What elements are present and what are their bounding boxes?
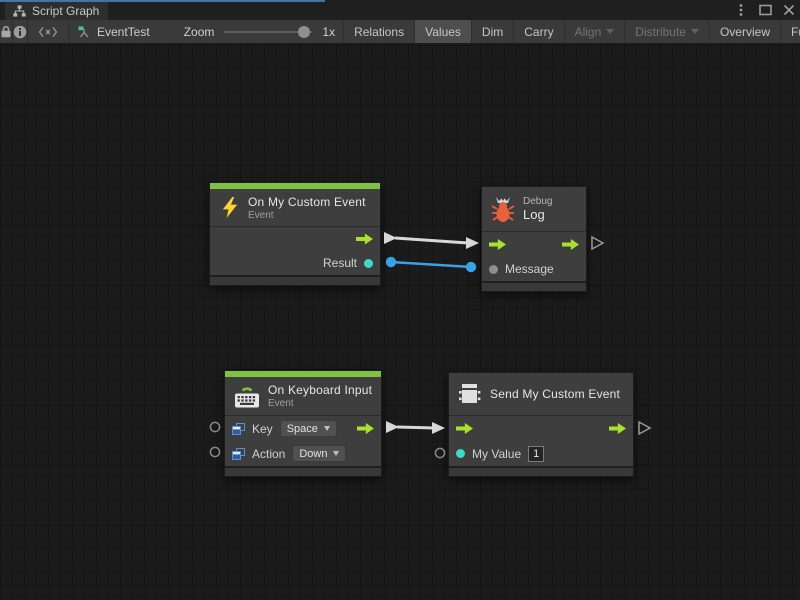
- window-controls: [734, 0, 796, 20]
- keyboard-icon: [234, 384, 260, 409]
- flow-output-port[interactable]: [609, 423, 626, 434]
- script-graph-asset-icon: [77, 25, 91, 39]
- node-footer: [482, 281, 586, 291]
- my-value-input-port[interactable]: [456, 449, 465, 458]
- node-header[interactable]: On Keyboard Input Event: [225, 377, 381, 415]
- flow-input-port[interactable]: [489, 239, 506, 250]
- full-screen-button[interactable]: Full Screen: [781, 20, 800, 43]
- lightning-bolt-icon: [219, 196, 240, 219]
- values-button[interactable]: Values: [415, 20, 472, 43]
- zoom-value: 1x: [322, 25, 335, 39]
- node-title: Log: [523, 207, 552, 222]
- zoom-slider-handle[interactable]: [298, 26, 310, 38]
- dim-button[interactable]: Dim: [472, 20, 514, 43]
- node-send-my-custom-event[interactable]: Send My Custom Event My Value 1: [448, 372, 634, 477]
- toolbar-toggle-group: Relations Values Dim Carry Align Distrib…: [344, 20, 800, 43]
- menu-icon[interactable]: [734, 3, 748, 17]
- tab-bar: Script Graph: [0, 0, 800, 20]
- flow-output-port[interactable]: [562, 239, 579, 250]
- tab-title: Script Graph: [32, 4, 99, 18]
- overview-button[interactable]: Overview: [710, 20, 781, 43]
- flow-row: [449, 416, 633, 441]
- port-label: Key: [252, 422, 273, 436]
- port-label: Result: [323, 256, 357, 270]
- graph-info-section: EventTest Zoom 1x: [69, 20, 344, 43]
- my-value-input-row: My Value 1: [449, 441, 633, 466]
- node-kind-label: Debug: [523, 196, 552, 207]
- maximize-icon[interactable]: [758, 3, 772, 17]
- my-value-field[interactable]: 1: [528, 446, 544, 462]
- node-header[interactable]: Send My Custom Event: [449, 373, 633, 415]
- code-preview-button[interactable]: [28, 20, 69, 43]
- key-input-row: Key Space: [225, 416, 381, 441]
- node-header[interactable]: Debug Log: [482, 187, 586, 231]
- inline-value-icon: [232, 423, 245, 435]
- node-on-keyboard-input[interactable]: On Keyboard Input Event Key Space: [224, 370, 382, 477]
- flow-input-port[interactable]: [456, 423, 473, 434]
- port-label: Message: [505, 262, 554, 276]
- graph-toolbar: EventTest Zoom 1x Relations Values Dim C…: [0, 20, 800, 44]
- graph-name: EventTest: [97, 25, 150, 39]
- flow-output-row: [210, 227, 380, 251]
- unity-visual-scripting-window: Script Graph: [0, 0, 800, 600]
- node-title: On Keyboard Input: [268, 383, 372, 397]
- send-custom-event-icon: [458, 383, 482, 405]
- carry-button[interactable]: Carry: [514, 20, 564, 43]
- relations-button[interactable]: Relations: [344, 20, 415, 43]
- node-subtitle: Event: [248, 210, 366, 221]
- action-input-row: Action Down: [225, 441, 381, 466]
- bug-icon: [491, 196, 515, 223]
- flow-row: [482, 232, 586, 257]
- align-dropdown-button[interactable]: Align: [565, 20, 626, 43]
- node-header[interactable]: On My Custom Event Event: [210, 189, 380, 226]
- distribute-dropdown-button[interactable]: Distribute: [625, 20, 710, 43]
- chevron-down-icon: [324, 426, 330, 431]
- graph-hierarchy-icon: [13, 5, 26, 17]
- tab-script-graph[interactable]: Script Graph: [5, 2, 108, 20]
- chevron-down-icon: [333, 451, 339, 456]
- lock-icon: [0, 25, 12, 38]
- message-input-port[interactable]: [489, 265, 498, 274]
- key-dropdown[interactable]: Space: [280, 420, 337, 437]
- message-input-row: Message: [482, 257, 586, 281]
- flow-output-port[interactable]: [357, 423, 374, 434]
- node-footer: [225, 466, 381, 476]
- result-output-port[interactable]: [364, 259, 373, 268]
- zoom-slider[interactable]: [224, 26, 312, 38]
- node-title: On My Custom Event: [248, 195, 366, 209]
- node-footer: [210, 275, 380, 285]
- port-label: My Value: [472, 447, 521, 461]
- port-label: Action: [252, 447, 285, 461]
- flow-output-port[interactable]: [356, 234, 373, 245]
- code-icon: [38, 26, 58, 38]
- node-footer: [449, 466, 633, 476]
- graph-canvas[interactable]: [0, 45, 800, 600]
- node-title: Send My Custom Event: [490, 387, 620, 401]
- info-button[interactable]: [13, 20, 28, 43]
- close-icon[interactable]: [782, 3, 796, 17]
- info-icon: [13, 25, 27, 39]
- node-subtitle: Event: [268, 398, 372, 409]
- lock-button[interactable]: [0, 20, 13, 43]
- action-dropdown[interactable]: Down: [292, 445, 346, 462]
- node-on-my-custom-event[interactable]: On My Custom Event Event Result: [209, 182, 381, 286]
- chevron-down-icon: [691, 29, 699, 34]
- node-debug-log[interactable]: Debug Log Message: [481, 186, 587, 292]
- result-output-row: Result: [210, 251, 380, 275]
- chevron-down-icon: [606, 29, 614, 34]
- zoom-label: Zoom: [184, 25, 215, 39]
- inline-value-icon: [232, 448, 245, 460]
